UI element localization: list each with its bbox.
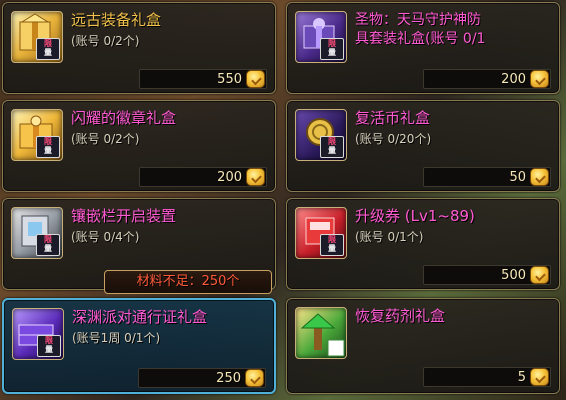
limited-badge: 限量 — [37, 335, 61, 357]
limited-badge: 限量 — [320, 38, 344, 60]
price-bar: 200 — [423, 69, 551, 89]
insufficient-material-tooltip: 材料不足：250个 — [104, 270, 272, 294]
price-bar: 5 — [423, 367, 551, 387]
item-price: 500 — [501, 268, 526, 283]
purple-box-icon: 限量 — [295, 11, 347, 63]
item-title: 远古装备礼盒 — [71, 11, 162, 29]
item-price: 550 — [217, 72, 242, 87]
coin-icon — [530, 266, 549, 284]
item-price: 200 — [501, 72, 526, 87]
item-price: 250 — [216, 371, 241, 386]
shop-item-ancient-equipment-box[interactable]: 限量 远古装备礼盒 (账号 0/2个) 550 — [2, 2, 276, 94]
item-title: 圣物：天马守护神防 具套装礼盒(账号 0/1 — [355, 11, 565, 49]
item-limit: (账号 0/2个) — [71, 132, 140, 146]
shop-item-abyss-pass-box[interactable]: 限量 深渊派对通行证礼盒 (账号1周 0/1个) 250 — [2, 298, 276, 394]
coin-icon — [530, 168, 549, 186]
golden-box-icon: 限量 — [11, 109, 63, 161]
item-title: 复活币礼盒 — [355, 109, 431, 127]
item-title: 恢复药剂礼盒 — [355, 307, 446, 325]
item-title-line2: 具套装礼盒(账号 0/1 — [355, 31, 486, 47]
price-bar: 550 — [139, 69, 267, 89]
item-limit: (账号1周 0/1个) — [72, 331, 161, 345]
limited-badge: 限量 — [36, 234, 60, 256]
item-price: 5 — [517, 370, 526, 385]
item-title: 镶嵌栏开启装置 — [71, 207, 177, 225]
coin-icon — [246, 70, 265, 88]
price-bar: 500 — [423, 265, 551, 285]
shop-item-potion-box[interactable]: 恢复药剂礼盒 5 — [286, 298, 560, 394]
abyss-pass-box-icon: 限量 — [12, 308, 64, 360]
item-limit: (账号 0/1个) — [355, 230, 424, 244]
shop-item-level-ticket[interactable]: 限量 升级券 (Lv1~89) (账号 0/1个) 500 — [286, 198, 560, 290]
coin-icon — [530, 70, 549, 88]
shop-item-revival-coin-box[interactable]: 限量 复活币礼盒 (账号 0/20个) 50 — [286, 100, 560, 192]
level-ticket-icon: 限量 — [295, 207, 347, 259]
item-title: 闪耀的徽章礼盒 — [71, 109, 177, 127]
price-bar: 250 — [138, 368, 266, 388]
item-title: 升级券 (Lv1~89) — [355, 207, 475, 225]
limited-badge: 限量 — [320, 136, 344, 158]
item-limit: (账号 0/4个) — [71, 230, 140, 244]
coin-icon — [245, 369, 264, 387]
item-limit: (账号 0/20个) — [355, 132, 432, 146]
item-title-line1: 圣物：天马守护神防 — [355, 12, 481, 28]
item-limit: (账号 0/2个) — [71, 34, 140, 48]
shop-item-pegasus-armor-box[interactable]: 限量 圣物：天马守护神防 具套装礼盒(账号 0/1 200 — [286, 2, 560, 94]
coin-box-icon: 限量 — [295, 109, 347, 161]
limited-badge: 限量 — [36, 136, 60, 158]
coin-icon — [530, 368, 549, 386]
item-price: 200 — [217, 170, 242, 185]
potion-box-icon — [295, 307, 347, 359]
shop-item-badge-box[interactable]: 限量 闪耀的徽章礼盒 (账号 0/2个) 200 — [2, 100, 276, 192]
item-title: 深渊派对通行证礼盒 — [72, 308, 208, 326]
item-price: 50 — [509, 170, 526, 185]
golden-box-icon: 限量 — [11, 11, 63, 63]
price-bar: 50 — [423, 167, 551, 187]
limited-badge: 限量 — [36, 38, 60, 60]
limited-badge: 限量 — [320, 234, 344, 256]
socket-device-icon: 限量 — [11, 207, 63, 259]
price-bar: 200 — [139, 167, 267, 187]
coin-icon — [246, 168, 265, 186]
